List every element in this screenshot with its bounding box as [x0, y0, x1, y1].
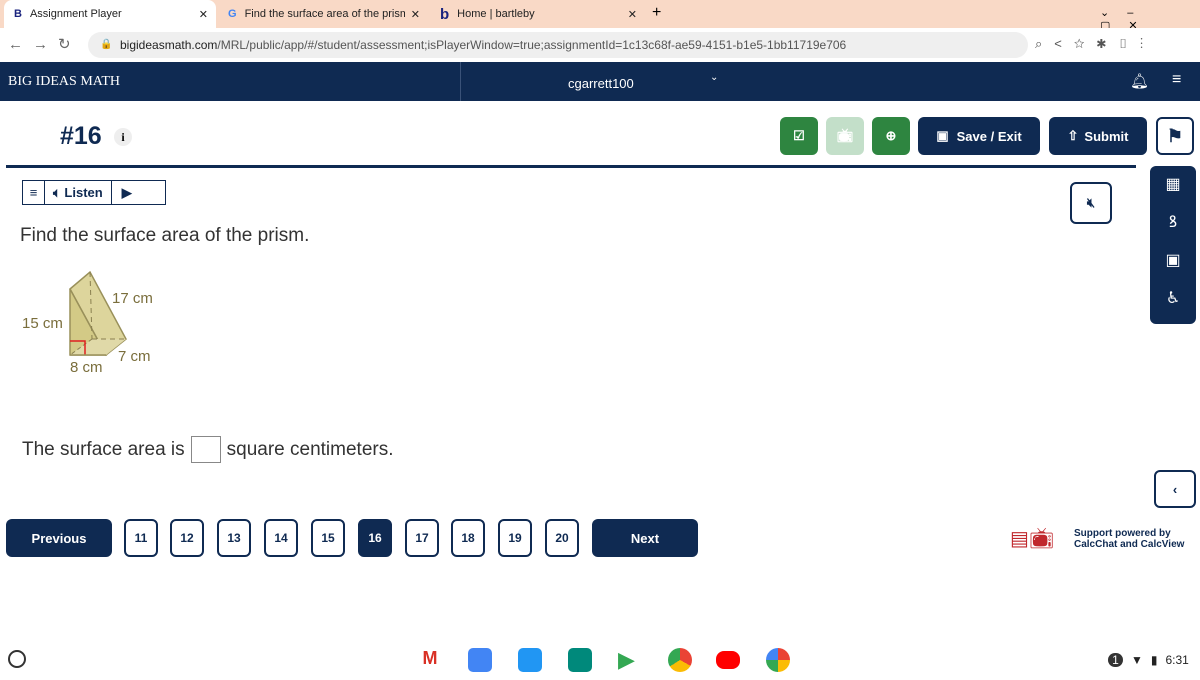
- listen-button[interactable]: 🔈︎ Listen: [45, 181, 112, 204]
- mute-icon[interactable]: 🔇︎: [1070, 182, 1112, 224]
- meet-icon[interactable]: [568, 648, 592, 672]
- bartleby-icon: b: [440, 5, 450, 23]
- surface-area-input[interactable]: [190, 436, 221, 463]
- tab-assignment-player[interactable]: B Assignment Player ✕: [4, 0, 216, 28]
- bigideas-icon: B: [14, 8, 22, 20]
- files-icon[interactable]: [518, 648, 542, 672]
- user-menu[interactable]: cgarrett100: [568, 76, 634, 91]
- menu-icon[interactable]: ≡: [1172, 71, 1181, 89]
- url-field[interactable]: 🔒 bigideasmath.com/MRL/public/app/#/stude…: [88, 32, 1028, 58]
- close-tab-icon[interactable]: ✕: [411, 8, 420, 21]
- side-tools: ▦ ꝸ ▣ ♿︎: [1150, 166, 1196, 324]
- label-depth: 7 cm: [118, 348, 151, 365]
- address-bar-row: ←→↻ 🔒 bigideasmath.com/MRL/public/app/#/s…: [0, 28, 1200, 62]
- lock-icon: 🔒: [100, 39, 113, 50]
- sketch-icon[interactable]: ꝸ: [1150, 204, 1196, 242]
- label-height: 15 cm: [22, 315, 63, 332]
- calendar-app-icon[interactable]: [468, 648, 492, 672]
- support-text: Support powered by CalcChat and CalcView: [1074, 528, 1185, 550]
- page-15[interactable]: 15: [311, 519, 345, 557]
- play-icon[interactable]: ▶: [112, 185, 132, 201]
- accessibility-icon[interactable]: ♿︎: [1150, 280, 1196, 318]
- upload-icon: ⇧: [1067, 128, 1079, 143]
- page-12[interactable]: 12: [170, 519, 204, 557]
- calculator-icon[interactable]: ▦: [1150, 166, 1196, 204]
- label-base: 8 cm: [70, 359, 103, 376]
- check-icon[interactable]: ☑: [780, 117, 818, 155]
- page-19[interactable]: 19: [498, 519, 532, 557]
- listen-control[interactable]: ≡ 🔈︎ Listen ▶: [22, 180, 166, 205]
- page-20[interactable]: 20: [545, 519, 579, 557]
- browser-actions[interactable]: ⌕<☆✱▯⋮: [1035, 36, 1155, 52]
- submit-button[interactable]: ⇧ Submit: [1049, 117, 1147, 155]
- close-tab-icon[interactable]: ✕: [628, 8, 637, 21]
- tab-bartleby[interactable]: b Home | bartleby ✕: [430, 0, 645, 28]
- save-exit-button[interactable]: ▣ Save / Exit: [918, 117, 1040, 155]
- question-number: #16: [60, 122, 102, 150]
- page-16[interactable]: 16: [358, 519, 392, 557]
- save-icon: ▣: [936, 128, 949, 143]
- chevron-down-icon[interactable]: ⌄: [710, 72, 718, 83]
- gmail-icon[interactable]: M: [418, 648, 442, 672]
- label-hypotenuse: 17 cm: [112, 290, 153, 307]
- speaker-icon: 🔈︎: [53, 185, 65, 200]
- nav-buttons[interactable]: ←→↻: [8, 35, 81, 53]
- page-13[interactable]: 13: [217, 519, 251, 557]
- menu-icon[interactable]: ≡: [23, 181, 45, 204]
- brand: BIG IDEAS MATH: [8, 74, 120, 89]
- next-button[interactable]: Next: [592, 519, 698, 557]
- page-14[interactable]: 14: [264, 519, 298, 557]
- tab-google[interactable]: G Find the surface area of the prism ✕: [218, 0, 428, 28]
- chrome-icon[interactable]: [668, 648, 692, 672]
- flag-button[interactable]: ⚑: [1156, 117, 1194, 155]
- info-icon[interactable]: i: [114, 128, 132, 146]
- launcher-icon[interactable]: [8, 650, 26, 668]
- question-prompt: Find the surface area of the prism.: [20, 225, 310, 246]
- battery-icon: ▮: [1150, 653, 1158, 667]
- calcchat-icon[interactable]: ▤📺︎: [1010, 526, 1054, 551]
- collapse-button[interactable]: ‹: [1154, 470, 1196, 508]
- google-icon: G: [228, 8, 237, 20]
- page-17[interactable]: 17: [405, 519, 439, 557]
- calendar-icon[interactable]: ▣: [1150, 242, 1196, 280]
- youtube-icon[interactable]: [716, 651, 740, 669]
- play-store-icon[interactable]: ▶: [618, 648, 642, 672]
- app-header: BIG IDEAS MATH cgarrett100 ⌄ 🔔︎ ≡: [0, 62, 1200, 101]
- wifi-icon: ▼: [1131, 653, 1143, 667]
- bell-icon[interactable]: 🔔︎: [1130, 72, 1149, 90]
- tv-icon[interactable]: 📺︎: [826, 117, 864, 155]
- page-18[interactable]: 18: [451, 519, 485, 557]
- previous-button[interactable]: Previous: [6, 519, 112, 557]
- page-11[interactable]: 11: [124, 519, 158, 557]
- tab-bar: B Assignment Player ✕ G Find the surface ar…: [0, 0, 1200, 32]
- status-tray[interactable]: 1 ▼ ▮ 6:31: [1108, 653, 1189, 667]
- photos-icon[interactable]: [766, 648, 790, 672]
- help-icon[interactable]: ⊕: [872, 117, 910, 155]
- taskbar: [0, 640, 1200, 680]
- close-tab-icon[interactable]: ✕: [199, 8, 208, 21]
- answer-line: The surface area is square centimeters.: [22, 436, 394, 463]
- prism-figure: 17 cm 15 cm 8 cm 7 cm: [22, 270, 153, 376]
- new-tab-button[interactable]: +: [652, 4, 661, 22]
